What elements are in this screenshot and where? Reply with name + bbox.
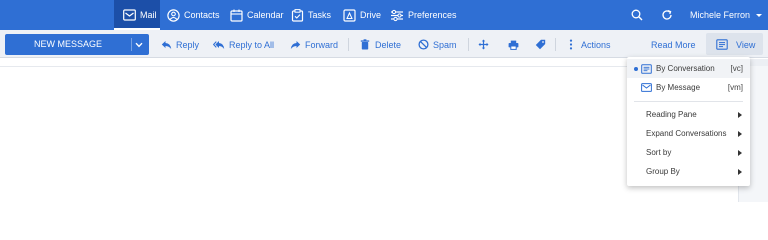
action-toolbar: NEW MESSAGE Reply Reply to All Forward D…	[0, 30, 768, 58]
menu-item-label: By Message	[656, 83, 701, 92]
message-icon	[641, 82, 652, 93]
preferences-icon	[390, 8, 404, 22]
tasks-icon	[290, 8, 304, 22]
toolbar-divider	[468, 38, 469, 51]
more-vertical-icon	[565, 39, 577, 51]
forward-button[interactable]: Forward	[289, 34, 338, 55]
submenu-arrow-icon	[738, 112, 742, 118]
new-message-button[interactable]: NEW MESSAGE	[5, 34, 149, 55]
nav-tab-contacts[interactable]: Contacts	[166, 0, 220, 30]
view-button[interactable]: View	[716, 34, 755, 55]
trash-icon	[359, 39, 371, 51]
spam-button[interactable]: Spam	[417, 34, 457, 55]
menu-item-label: Expand Conversations	[646, 129, 727, 138]
view-list-icon	[716, 39, 728, 51]
view-dropdown-menu: By Conversation [vc] By Message [vm] Rea…	[627, 57, 750, 186]
move-icon	[477, 39, 489, 51]
reply-all-label: Reply to All	[229, 39, 275, 50]
refresh-icon	[660, 8, 674, 22]
read-more-label: Read More	[651, 39, 696, 50]
print-button[interactable]	[507, 34, 523, 55]
reply-all-button[interactable]: Reply to All	[213, 34, 274, 55]
nav-tab-calendar[interactable]: Calendar	[229, 0, 284, 30]
delete-label: Delete	[375, 39, 402, 50]
nav-tab-label: Preferences	[408, 10, 457, 20]
menu-item-label: Sort by	[646, 148, 672, 157]
actions-label: Actions	[581, 39, 611, 50]
view-label: View	[736, 39, 756, 50]
tag-icon	[534, 39, 546, 51]
refresh-button[interactable]	[660, 0, 678, 30]
contacts-icon	[166, 8, 180, 22]
menu-divider	[634, 101, 743, 102]
nav-tab-label: Contacts	[184, 10, 220, 20]
menu-item-by-conversation[interactable]: By Conversation [vc]	[627, 59, 750, 78]
split-divider	[131, 38, 132, 51]
menu-item-label: Reading Pane	[646, 110, 697, 119]
menu-item-shortcut: [vc]	[730, 64, 743, 73]
search-button[interactable]	[630, 0, 648, 30]
toolbar-divider	[348, 38, 349, 51]
reply-button[interactable]: Reply	[160, 34, 199, 55]
nav-tab-label: Mail	[140, 10, 157, 20]
nav-tab-preferences[interactable]: Preferences	[390, 0, 457, 30]
top-navigation-bar: Mail Contacts Calendar Tasks Drive Prefe…	[0, 0, 768, 30]
selected-indicator	[634, 67, 638, 71]
new-message-label: NEW MESSAGE	[33, 39, 102, 49]
reply-all-icon	[213, 39, 225, 51]
submenu-arrow-icon	[738, 150, 742, 156]
chevron-down-icon	[756, 13, 763, 17]
tag-button[interactable]	[534, 34, 550, 55]
nav-tab-label: Drive	[360, 10, 382, 20]
menu-item-shortcut: [vm]	[727, 83, 743, 92]
drive-icon	[342, 8, 356, 22]
toolbar-divider	[555, 38, 556, 51]
menu-item-group-by[interactable]: Group By	[627, 162, 750, 181]
calendar-icon	[229, 8, 243, 22]
nav-tab-mail[interactable]: Mail	[114, 0, 160, 30]
conversation-icon	[641, 63, 652, 74]
reply-icon	[160, 39, 172, 51]
move-button[interactable]	[477, 34, 493, 55]
block-icon	[417, 39, 429, 51]
forward-label: Forward	[305, 39, 339, 50]
menu-item-by-message[interactable]: By Message [vm]	[627, 78, 750, 97]
actions-button[interactable]: Actions	[565, 34, 611, 55]
printer-icon	[507, 39, 519, 51]
nav-tab-drive[interactable]: Drive	[342, 0, 381, 30]
menu-item-label: Group By	[646, 167, 680, 176]
spam-label: Spam	[433, 39, 457, 50]
delete-button[interactable]: Delete	[359, 34, 401, 55]
chevron-down-icon[interactable]	[135, 34, 143, 55]
reply-label: Reply	[176, 39, 200, 50]
search-icon	[630, 8, 644, 22]
forward-icon	[289, 39, 301, 51]
submenu-arrow-icon	[738, 131, 742, 137]
nav-tab-tasks[interactable]: Tasks	[290, 0, 331, 30]
nav-tab-label: Tasks	[308, 10, 332, 20]
menu-item-sort-by[interactable]: Sort by	[627, 143, 750, 162]
read-more-button[interactable]: Read More	[651, 34, 696, 55]
menu-item-reading-pane[interactable]: Reading Pane	[627, 105, 750, 124]
menu-item-expand-conversations[interactable]: Expand Conversations	[627, 124, 750, 143]
nav-tab-label: Calendar	[247, 10, 284, 20]
submenu-arrow-icon	[738, 169, 742, 175]
user-name: Michele Ferron	[690, 10, 751, 20]
menu-item-label: By Conversation	[656, 64, 715, 73]
mail-icon	[122, 8, 136, 22]
user-menu[interactable]: Michele Ferron	[690, 0, 763, 30]
